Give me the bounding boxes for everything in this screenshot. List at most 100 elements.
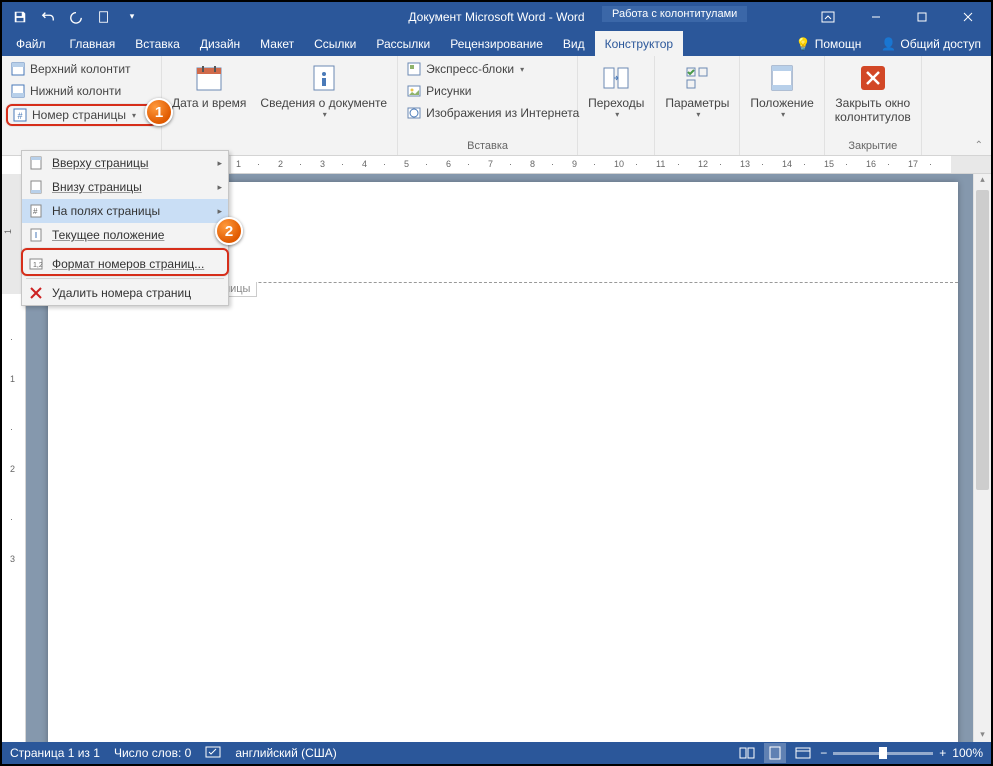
group-close: Закрыть окноколонтитулов Закрытие bbox=[825, 56, 922, 155]
zoom-in-icon[interactable]: + bbox=[939, 746, 946, 760]
dropdown-arrow-icon: ▾ bbox=[323, 110, 327, 120]
zoom-level[interactable]: 100% bbox=[952, 746, 983, 760]
page-top-icon bbox=[28, 155, 44, 171]
quick-parts-icon bbox=[406, 61, 422, 77]
save-icon[interactable] bbox=[8, 5, 32, 29]
quick-access-toolbar: ▾ bbox=[2, 5, 150, 29]
print-layout-icon[interactable] bbox=[764, 743, 786, 763]
svg-text:#: # bbox=[17, 111, 22, 121]
tab-home[interactable]: Главная bbox=[60, 31, 126, 56]
tab-references[interactable]: Ссылки bbox=[304, 31, 366, 56]
scroll-up-icon[interactable]: ▴ bbox=[974, 174, 991, 185]
menu-remove-page-numbers[interactable]: Удалить номера страниц bbox=[22, 281, 228, 305]
tab-mailings[interactable]: Рассылки bbox=[366, 31, 440, 56]
window-title: Документ Microsoft Word - Word bbox=[408, 10, 584, 24]
svg-text:1,2: 1,2 bbox=[33, 262, 43, 269]
new-doc-icon[interactable] bbox=[92, 5, 116, 29]
collapse-ribbon-icon[interactable]: ⌃ bbox=[971, 138, 987, 153]
dropdown-arrow-icon: ▾ bbox=[520, 65, 524, 74]
group-navigation: Переходы▾ bbox=[578, 56, 655, 155]
doc-info-button[interactable]: Сведения о документе▾ bbox=[254, 58, 393, 155]
ribbon-display-options-icon[interactable] bbox=[805, 2, 851, 31]
zoom-slider[interactable] bbox=[833, 752, 933, 755]
annotation-callout-1: 1 bbox=[145, 98, 173, 126]
title-bar: ▾ Документ Microsoft Word - Word Работа … bbox=[2, 2, 991, 31]
scroll-down-icon[interactable]: ▾ bbox=[974, 729, 991, 740]
dropdown-arrow-icon: ▾ bbox=[781, 110, 785, 120]
bulb-icon: 💡 bbox=[796, 37, 811, 51]
close-header-footer-button[interactable]: Закрыть окноколонтитулов bbox=[829, 58, 917, 138]
group-options: Параметры▾ bbox=[655, 56, 740, 155]
dropdown-arrow-icon: ▾ bbox=[132, 111, 136, 120]
menu-page-margins[interactable]: #На полях страницы▸ bbox=[22, 199, 228, 223]
header-top-button[interactable]: Верхний колонтит bbox=[6, 58, 157, 80]
dropdown-arrow-icon: ▾ bbox=[696, 110, 700, 120]
tab-file[interactable]: Файл bbox=[2, 31, 60, 56]
zoom-out-icon[interactable]: − bbox=[820, 746, 827, 760]
tab-design[interactable]: Дизайн bbox=[190, 31, 250, 56]
group-insert: Экспресс-блоки▾ Рисунки Изображения из И… bbox=[398, 56, 578, 155]
menu-separator bbox=[26, 278, 224, 279]
menu-current-position[interactable]: Текущее положение▸ bbox=[22, 223, 228, 247]
scroll-thumb[interactable] bbox=[976, 190, 989, 490]
tab-view[interactable]: Вид bbox=[553, 31, 595, 56]
goto-button[interactable]: Переходы▾ bbox=[582, 58, 650, 155]
status-page[interactable]: Страница 1 из 1 bbox=[10, 746, 100, 760]
tab-insert[interactable]: Вставка bbox=[125, 31, 190, 56]
menu-bottom-of-page[interactable]: Внизу страницы▸ bbox=[22, 175, 228, 199]
submenu-arrow-icon: ▸ bbox=[217, 182, 222, 193]
picture-icon bbox=[406, 83, 422, 99]
tell-me[interactable]: 💡Помощн bbox=[786, 31, 872, 56]
goto-icon bbox=[600, 62, 632, 94]
group-position: Положение▾ bbox=[740, 56, 824, 155]
redo-icon[interactable] bbox=[64, 5, 88, 29]
proofing-icon[interactable] bbox=[205, 745, 221, 762]
tab-review[interactable]: Рецензирование bbox=[440, 31, 553, 56]
menu-top-of-page[interactable]: Вверху страницы▸ bbox=[22, 151, 228, 175]
read-mode-icon[interactable] bbox=[736, 743, 758, 763]
group-datetime: Дата и время Сведения о документе▾ bbox=[162, 56, 398, 155]
online-pictures-button[interactable]: Изображения из Интернета bbox=[402, 102, 573, 124]
page-bottom-icon bbox=[28, 179, 44, 195]
close-button[interactable] bbox=[945, 2, 991, 31]
qat-customize-icon[interactable]: ▾ bbox=[120, 5, 144, 29]
pictures-button[interactable]: Рисунки bbox=[402, 80, 573, 102]
dropdown-arrow-icon: ▾ bbox=[615, 110, 619, 120]
page-margin-icon: # bbox=[28, 203, 44, 219]
footer-icon bbox=[10, 83, 26, 99]
minimize-button[interactable] bbox=[853, 2, 899, 31]
submenu-arrow-icon: ▸ bbox=[217, 158, 222, 169]
page-number-button[interactable]: #Номер страницы▾ bbox=[6, 104, 157, 126]
header-bottom-button[interactable]: Нижний колонти bbox=[6, 80, 157, 102]
undo-icon[interactable] bbox=[36, 5, 60, 29]
group-label-close: Закрытие bbox=[829, 138, 917, 155]
tab-layout[interactable]: Макет bbox=[250, 31, 304, 56]
current-pos-icon bbox=[28, 227, 44, 243]
header-icon bbox=[10, 61, 26, 77]
window-controls bbox=[853, 2, 991, 31]
person-icon: 👤 bbox=[881, 37, 896, 51]
page-number-dropdown: Вверху страницы▸ Внизу страницы▸ #На пол… bbox=[21, 150, 229, 306]
page-number-icon: # bbox=[12, 107, 28, 123]
tab-designer[interactable]: Конструктор bbox=[595, 31, 683, 56]
contextual-tab-title: Работа с колонтитулами bbox=[602, 6, 747, 22]
quick-parts-button[interactable]: Экспресс-блоки▾ bbox=[402, 58, 573, 80]
status-language[interactable]: английский (США) bbox=[235, 746, 336, 760]
ribbon-tabs: Файл Главная Вставка Дизайн Макет Ссылки… bbox=[2, 31, 991, 56]
date-time-button[interactable]: Дата и время bbox=[166, 58, 252, 155]
calendar-icon bbox=[193, 62, 225, 94]
format-icon: 1,2 bbox=[28, 256, 44, 272]
share-button[interactable]: 👤Общий доступ bbox=[871, 31, 991, 56]
position-button[interactable]: Положение▾ bbox=[744, 58, 819, 155]
options-button[interactable]: Параметры▾ bbox=[659, 58, 735, 155]
web-layout-icon[interactable] bbox=[792, 743, 814, 763]
menu-format-page-numbers[interactable]: 1,2Формат номеров страниц... bbox=[22, 252, 228, 276]
zoom-slider-thumb[interactable] bbox=[879, 747, 887, 759]
svg-text:#: # bbox=[33, 207, 38, 216]
vertical-scrollbar[interactable]: ▴ ▾ bbox=[973, 174, 991, 742]
maximize-button[interactable] bbox=[899, 2, 945, 31]
status-word-count[interactable]: Число слов: 0 bbox=[114, 746, 191, 760]
options-icon bbox=[681, 62, 713, 94]
group-header-footer: Верхний колонтит Нижний колонти #Номер с… bbox=[2, 56, 162, 155]
menu-separator bbox=[26, 249, 224, 250]
